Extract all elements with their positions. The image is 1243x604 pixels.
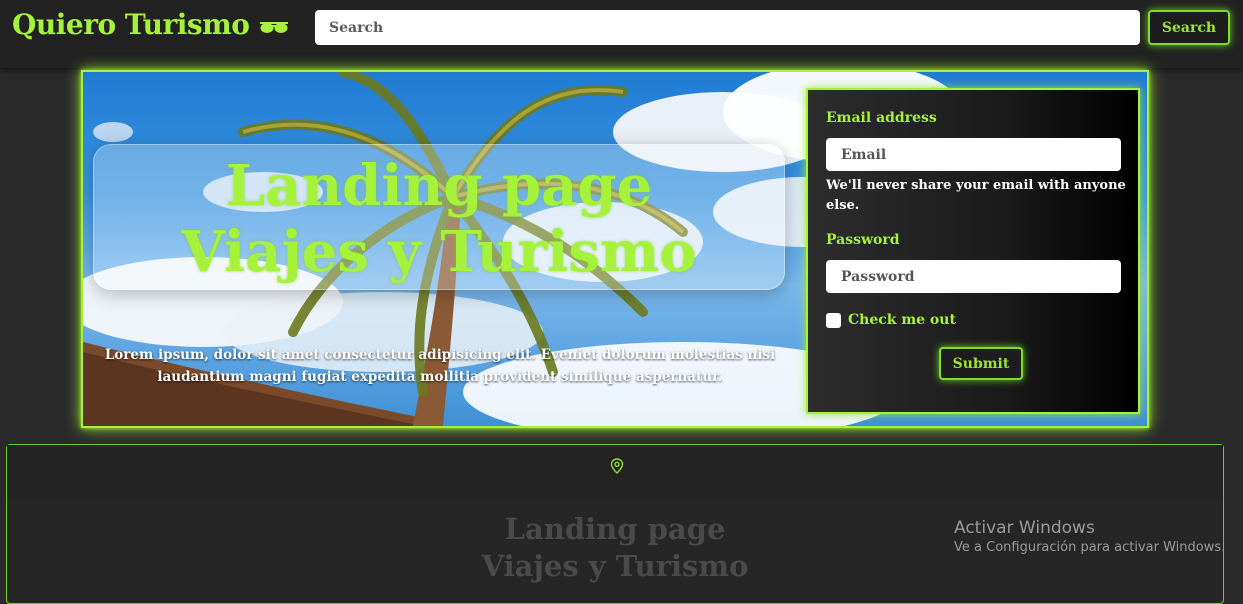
hero-title-line1: Landing page bbox=[225, 153, 653, 219]
brand[interactable]: Quiero Turismo bbox=[12, 8, 289, 41]
login-form: Email address We'll never share your ema… bbox=[806, 88, 1140, 414]
windows-activation-watermark: Activar Windows Ve a Configuración para … bbox=[954, 517, 1225, 557]
sunglasses-icon bbox=[260, 21, 289, 33]
submit-button[interactable]: Submit bbox=[939, 347, 1023, 380]
check-row: Check me out bbox=[826, 312, 956, 328]
hero-title: Landing page Viajes y Turismo bbox=[94, 153, 784, 285]
search-input[interactable] bbox=[315, 10, 1140, 45]
brand-title: Quiero Turismo bbox=[12, 8, 250, 41]
location-pin-icon bbox=[610, 458, 624, 474]
password-field[interactable] bbox=[826, 260, 1121, 293]
hero-description: Lorem ipsum, dolor sit amet consectetur … bbox=[104, 347, 776, 385]
windows-activation-subtitle: Ve a Configuración para activar Windows. bbox=[954, 540, 1226, 555]
navbar: Quiero Turismo Search bbox=[0, 0, 1243, 69]
check-me-out-label[interactable]: Check me out bbox=[848, 312, 956, 328]
hero-title-line2: Viajes y Turismo bbox=[181, 219, 697, 285]
hero-title-box: Landing page Viajes y Turismo bbox=[93, 144, 785, 290]
check-me-out-checkbox[interactable] bbox=[826, 312, 841, 328]
hero-banner: Landing page Viajes y Turismo Lorem ipsu… bbox=[81, 70, 1149, 428]
email-field[interactable] bbox=[826, 138, 1121, 171]
email-label: Email address bbox=[826, 110, 937, 126]
search-button[interactable]: Search bbox=[1148, 10, 1230, 45]
email-help-text: We'll never share your email with anyone… bbox=[826, 178, 1126, 213]
password-label: Password bbox=[826, 232, 900, 248]
windows-activation-title: Activar Windows bbox=[954, 518, 1095, 538]
